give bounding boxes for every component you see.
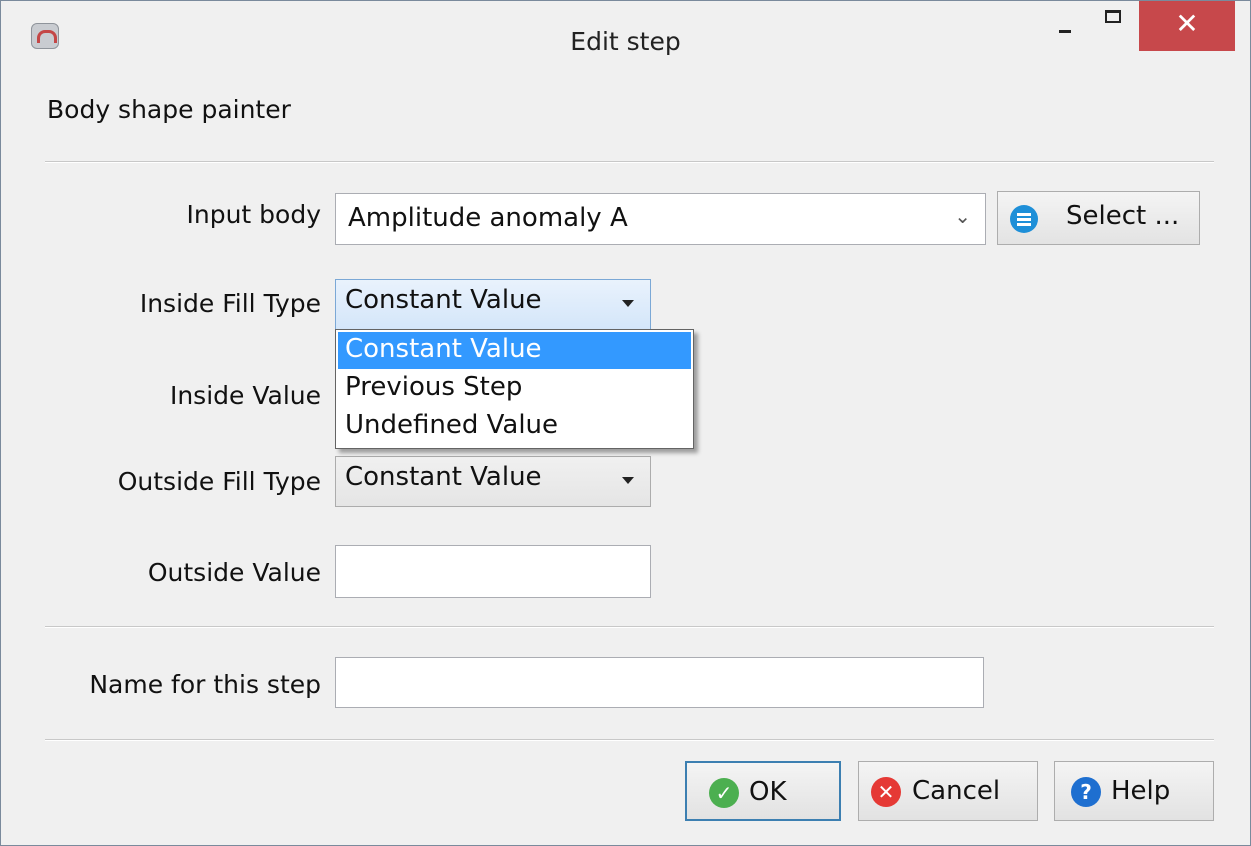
option-constant-value[interactable]: Constant Value [338,332,691,369]
chevron-down-icon: ⌄ [954,204,971,228]
section-title: Body shape painter [47,95,291,124]
inside-fill-type-value: Constant Value [345,285,542,315]
ok-button[interactable]: ✓ OK [685,761,841,821]
close-icon[interactable]: ✕ [1139,1,1235,51]
help-button-label: Help [1111,776,1171,806]
inside-fill-type-options-list: Constant Value Previous Step Undefined V… [335,329,694,449]
outside-fill-type-dropdown[interactable]: Constant Value [335,456,651,507]
cancel-button-label: Cancel [912,776,1001,806]
list-icon [1010,205,1038,233]
option-previous-step[interactable]: Previous Step [338,370,691,407]
select-button[interactable]: Select ... [997,191,1200,245]
maximize-icon[interactable] [1090,1,1138,49]
separator [45,161,1214,163]
separator [45,739,1214,741]
separator [45,626,1214,628]
outside-value-field[interactable] [335,545,651,598]
inside-fill-type-dropdown[interactable]: Constant Value [335,279,651,330]
input-body-label: Input body [186,200,321,229]
x-circle-icon: ✕ [871,777,901,807]
outside-fill-type-value: Constant Value [345,462,542,492]
minimize-icon[interactable] [1041,1,1089,49]
step-name-field[interactable] [335,657,984,708]
dropdown-arrow-icon [622,300,634,307]
ok-button-label: OK [749,777,787,807]
check-circle-icon: ✓ [709,778,739,808]
inside-fill-type-label: Inside Fill Type [139,289,321,318]
question-circle-icon: ? [1071,777,1101,807]
select-button-label: Select ... [1066,201,1180,231]
edit-step-dialog: Edit step ✕ Body shape painter Input bod… [0,0,1251,846]
option-undefined-value[interactable]: Undefined Value [338,408,691,445]
step-name-label: Name for this step [89,670,321,699]
input-body-value: Amplitude anomaly A [348,203,628,233]
outside-value-label: Outside Value [147,558,321,587]
title-bar[interactable]: Edit step ✕ [1,1,1250,81]
help-button[interactable]: ? Help [1054,761,1214,821]
outside-fill-type-label: Outside Fill Type [117,467,321,496]
dropdown-arrow-icon [622,477,634,484]
inside-value-label: Inside Value [169,381,321,410]
cancel-button[interactable]: ✕ Cancel [858,761,1038,821]
input-body-combobox[interactable]: Amplitude anomaly A ⌄ [335,193,986,245]
